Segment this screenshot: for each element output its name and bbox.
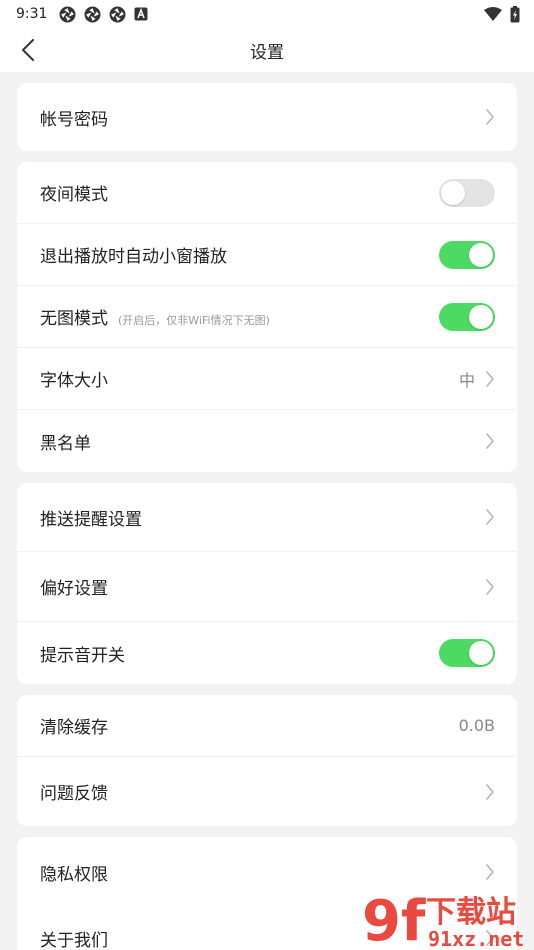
page-title: 设置 <box>250 42 284 63</box>
watermark-logo: 9f 下载站 91xz.net <box>362 889 524 950</box>
row-font-size[interactable]: 字体大小 中 <box>17 348 517 410</box>
row-hint: (开启后，仅非WiFi情况下无图) <box>118 314 270 327</box>
row-blacklist[interactable]: 黑名单 <box>17 410 517 472</box>
night-mode-toggle[interactable] <box>439 178 495 207</box>
toggle-knob <box>469 304 493 329</box>
font-size-value: 中 <box>458 370 475 390</box>
auto-pip-toggle[interactable] <box>439 240 495 269</box>
font-a-icon <box>134 7 148 21</box>
row-push-settings[interactable]: 推送提醒设置 <box>17 483 517 552</box>
wifi-icon <box>484 7 502 21</box>
photos-icon <box>59 6 76 22</box>
photos-icon <box>109 6 126 22</box>
row-account-password[interactable]: 帐号密码 <box>17 83 517 151</box>
watermark-title: 下载站 <box>426 895 516 930</box>
photos-icon <box>84 6 101 22</box>
row-no-image-mode: 无图模式 (开启后，仅非WiFi情况下无图) <box>17 286 517 348</box>
row-clear-cache[interactable]: 清除缓存 0.0B <box>17 695 517 757</box>
chevron-right-icon <box>486 433 494 449</box>
toggle-knob <box>469 242 493 267</box>
chevron-right-icon <box>486 783 494 800</box>
row-label: 问题反馈 <box>40 784 108 804</box>
status-time: 9:31 <box>16 6 48 22</box>
row-night-mode: 夜间模式 <box>17 162 517 224</box>
nav-bar: 设置 <box>0 28 534 72</box>
row-label: 帐号密码 <box>40 109 108 130</box>
section-storage: 清除缓存 0.0B 问题反馈 <box>17 695 517 826</box>
no-image-mode-toggle[interactable] <box>439 302 495 331</box>
battery-icon <box>510 5 520 22</box>
section-display: 夜间模式 退出播放时自动小窗播放 无图模式 (开启后，仅非WiFi情况下无图) … <box>17 162 517 472</box>
row-label: 清除缓存 <box>40 718 108 738</box>
row-label: 关于我们 <box>40 930 108 950</box>
status-bar: 9:31 <box>0 0 534 28</box>
row-sound-switch: 提示音开关 <box>17 622 517 684</box>
row-label: 无图模式 <box>40 309 108 329</box>
row-label: 推送提醒设置 <box>40 509 142 530</box>
row-auto-pip: 退出播放时自动小窗播放 <box>17 224 517 286</box>
watermark-url: 91xz.net <box>428 927 524 950</box>
chevron-right-icon <box>486 370 494 387</box>
back-button[interactable] <box>14 36 42 64</box>
chevron-left-icon <box>22 39 34 61</box>
toggle-knob <box>469 641 493 665</box>
row-label: 字体大小 <box>40 371 108 391</box>
status-left: 9:31 <box>16 6 148 23</box>
row-feedback[interactable]: 问题反馈 <box>17 757 517 826</box>
cache-size-value: 0.0B <box>458 716 495 735</box>
section-notifications: 推送提醒设置 偏好设置 提示音开关 <box>17 483 517 684</box>
sound-switch-toggle[interactable] <box>439 639 495 667</box>
toggle-knob <box>441 180 465 205</box>
status-right <box>484 5 520 23</box>
row-preferences[interactable]: 偏好设置 <box>17 552 517 622</box>
chevron-right-icon <box>486 509 494 525</box>
chevron-right-icon <box>486 578 494 595</box>
chevron-right-icon <box>486 109 494 125</box>
row-label: 提示音开关 <box>40 645 125 666</box>
row-label: 退出播放时自动小窗播放 <box>40 247 227 267</box>
watermark-logo-text: 9f <box>362 889 426 950</box>
section-account: 帐号密码 <box>17 83 517 151</box>
settings-list: 帐号密码 夜间模式 退出播放时自动小窗播放 无图模式 (开启后，仅非WiFi情况… <box>0 72 534 950</box>
row-label: 黑名单 <box>40 433 91 454</box>
row-label: 偏好设置 <box>40 579 108 599</box>
row-label: 夜间模式 <box>40 185 108 205</box>
chevron-right-icon <box>486 864 494 880</box>
row-label: 隐私权限 <box>40 864 108 885</box>
